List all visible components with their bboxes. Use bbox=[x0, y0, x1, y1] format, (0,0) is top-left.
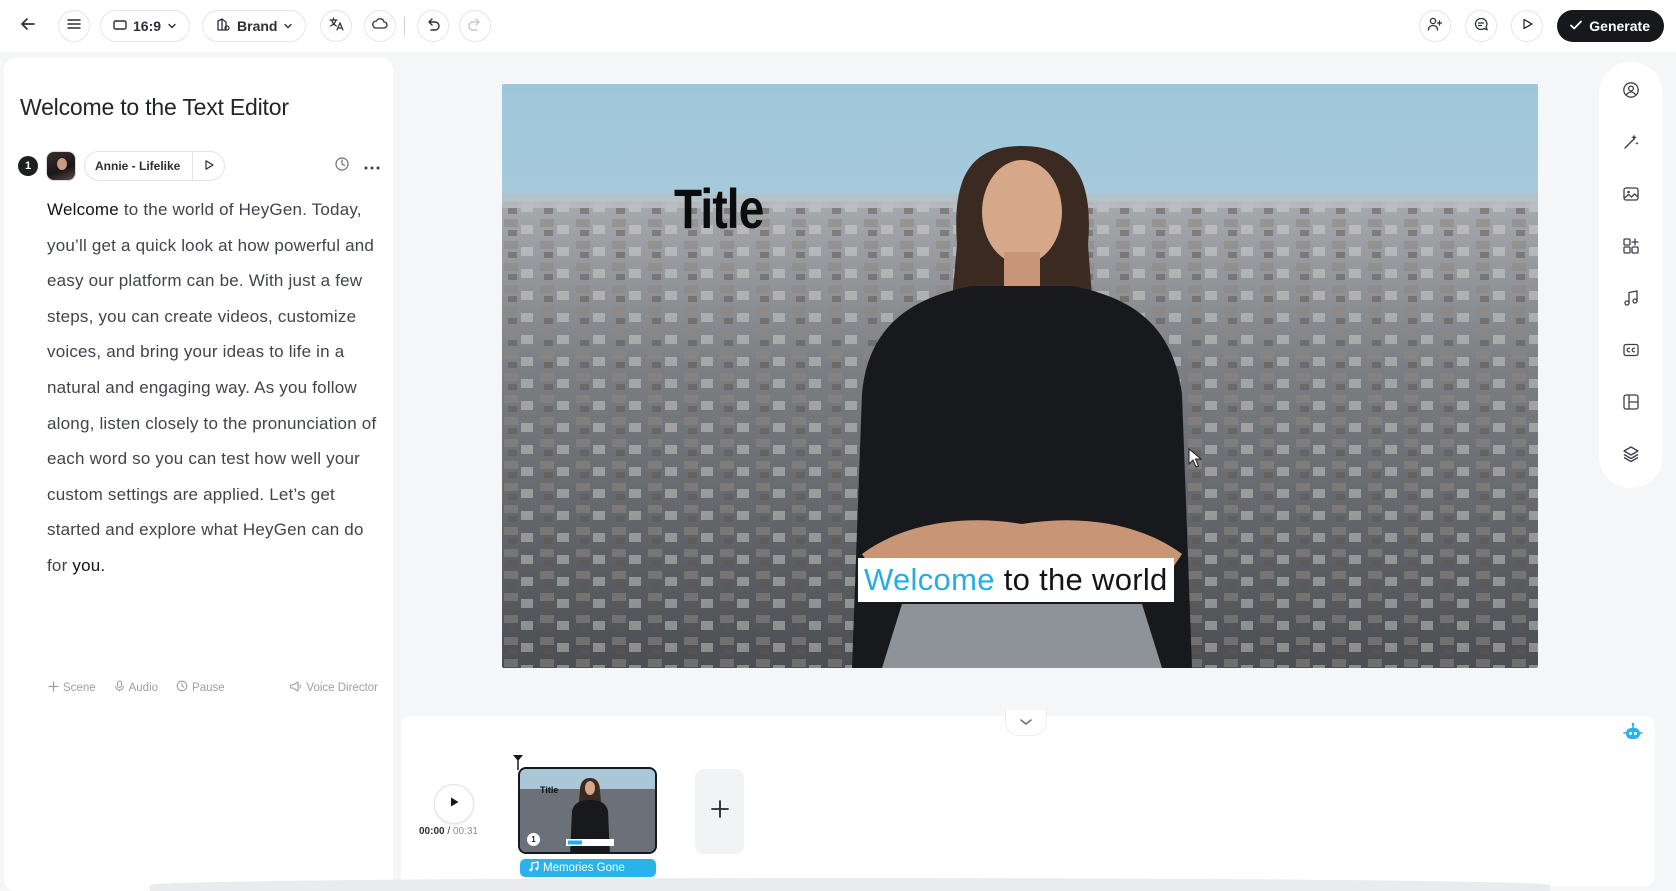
aspect-ratio-dropdown[interactable]: 16:9 bbox=[100, 10, 191, 42]
captions-icon[interactable] bbox=[1621, 340, 1641, 360]
brand-dropdown[interactable]: Brand bbox=[202, 10, 307, 42]
voice-settings-icon[interactable] bbox=[334, 156, 350, 177]
voice-preview-button[interactable] bbox=[192, 151, 224, 181]
bottom-edge-shadow bbox=[150, 878, 1550, 891]
music-icon[interactable] bbox=[1621, 288, 1641, 308]
elements-icon[interactable] bbox=[1621, 236, 1641, 256]
script-highlighted-word: Welcome bbox=[47, 200, 119, 219]
scene-actions bbox=[334, 156, 380, 177]
comment-icon bbox=[1473, 16, 1489, 37]
preview-button[interactable] bbox=[1511, 10, 1544, 42]
text-editor-panel: Welcome to the Text Editor 1 Annie - Lif… bbox=[4, 58, 393, 891]
chevron-down-icon bbox=[167, 18, 177, 34]
menu-button[interactable] bbox=[58, 10, 90, 42]
translate-button[interactable] bbox=[320, 10, 353, 42]
pause-tool[interactable]: Pause bbox=[176, 680, 225, 695]
script-current-word: you. bbox=[72, 555, 106, 575]
redo-button[interactable] bbox=[459, 10, 492, 42]
layout-icon[interactable] bbox=[1621, 392, 1641, 412]
add-user-icon bbox=[1427, 16, 1443, 37]
pause-tool-label: Pause bbox=[192, 681, 225, 694]
cloud-icon bbox=[372, 17, 389, 36]
layers-icon[interactable] bbox=[1621, 444, 1641, 464]
avatar[interactable] bbox=[46, 151, 76, 181]
brand-label: Brand bbox=[237, 18, 278, 34]
music-note-icon bbox=[528, 861, 539, 875]
pause-clock-icon bbox=[176, 680, 188, 695]
timeline-timecode: 00:00 / 00:31 bbox=[419, 826, 478, 837]
chevron-down-icon bbox=[283, 18, 293, 34]
generate-label: Generate bbox=[1589, 18, 1650, 34]
aspect-ratio-label: 16:9 bbox=[133, 18, 162, 34]
page-title[interactable]: Welcome to the Text Editor bbox=[20, 94, 289, 121]
voice-name: Annie - Lifelike bbox=[95, 159, 181, 173]
script-text-area[interactable]: Welcome to the world of HeyGen. Today, y… bbox=[47, 192, 377, 584]
more-options-icon[interactable] bbox=[364, 157, 380, 175]
assistant-robot-icon[interactable] bbox=[1622, 722, 1644, 747]
scene-clip-thumbnail[interactable]: Title 1 bbox=[518, 767, 657, 854]
generate-button[interactable]: Generate bbox=[1557, 10, 1664, 42]
audio-tool-label: Audio bbox=[128, 681, 159, 694]
check-icon bbox=[1569, 18, 1583, 35]
caption-highlight-word: Welcome bbox=[864, 562, 995, 597]
music-track-chip[interactable]: Memories Gone bbox=[520, 859, 656, 877]
clip-number-badge: 1 bbox=[527, 833, 540, 846]
script-tools: Scene Audio Pause Voice Director bbox=[48, 680, 378, 695]
invite-collaborator-button[interactable] bbox=[1419, 10, 1452, 42]
current-time: 00:00 bbox=[419, 826, 445, 837]
monitor-icon bbox=[113, 18, 127, 34]
voice-director-label: Voice Director bbox=[306, 681, 378, 694]
right-tool-strip bbox=[1599, 62, 1663, 488]
clip-title-text: Title bbox=[540, 785, 559, 795]
chevron-down-icon bbox=[1019, 714, 1033, 732]
cloud-save-button[interactable] bbox=[364, 10, 397, 42]
avatar-icon[interactable] bbox=[1621, 80, 1641, 100]
toolbar-right-group: Generate bbox=[1419, 10, 1664, 42]
top-toolbar: 16:9 Brand Generate bbox=[0, 0, 1676, 52]
video-canvas[interactable]: Title Welcome to the world bbox=[502, 84, 1538, 668]
caption-text: to the world bbox=[1003, 562, 1168, 597]
canvas-title-text[interactable]: Title bbox=[674, 176, 764, 241]
clip-thumbnail-image bbox=[520, 769, 655, 852]
comments-button[interactable] bbox=[1465, 10, 1498, 42]
add-scene-button[interactable] bbox=[695, 769, 744, 854]
redo-icon bbox=[467, 16, 483, 37]
translate-icon bbox=[328, 16, 345, 37]
arrow-left-icon bbox=[19, 15, 37, 38]
image-icon[interactable] bbox=[1621, 184, 1641, 204]
magic-sparkle-icon[interactable] bbox=[1621, 132, 1641, 152]
microphone-icon bbox=[114, 680, 125, 695]
scene-number-badge: 1 bbox=[18, 156, 38, 176]
voice-director-tool[interactable]: Voice Director bbox=[289, 680, 378, 695]
mouse-cursor-icon bbox=[1188, 447, 1203, 473]
back-button[interactable] bbox=[12, 10, 44, 42]
music-track-label: Memories Gone bbox=[543, 862, 625, 874]
add-scene-tool[interactable]: Scene bbox=[48, 680, 96, 695]
total-time: 00:31 bbox=[452, 826, 478, 837]
collapse-timeline-button[interactable] bbox=[1005, 710, 1047, 736]
audio-tool[interactable]: Audio bbox=[114, 680, 158, 695]
plus-icon bbox=[48, 680, 59, 695]
scene-tool-label: Scene bbox=[63, 681, 96, 694]
play-icon bbox=[448, 795, 460, 813]
play-icon bbox=[1520, 17, 1534, 36]
scene-header: 1 Annie - Lifelike bbox=[18, 150, 380, 182]
brand-kit-icon bbox=[215, 17, 231, 36]
play-icon bbox=[203, 159, 215, 174]
time-separator: / bbox=[444, 826, 453, 837]
megaphone-icon bbox=[289, 680, 302, 695]
plus-icon bbox=[710, 799, 730, 824]
timeline-play-button[interactable] bbox=[434, 784, 474, 824]
voice-selector[interactable]: Annie - Lifelike bbox=[84, 151, 226, 181]
toolbar-divider bbox=[404, 17, 406, 35]
hamburger-menu-icon bbox=[66, 16, 82, 37]
canvas-caption[interactable]: Welcome to the world bbox=[858, 558, 1174, 602]
script-body: to the world of HeyGen. Today, you’ll ge… bbox=[47, 200, 377, 575]
undo-icon bbox=[425, 16, 441, 37]
undo-button[interactable] bbox=[417, 10, 450, 42]
